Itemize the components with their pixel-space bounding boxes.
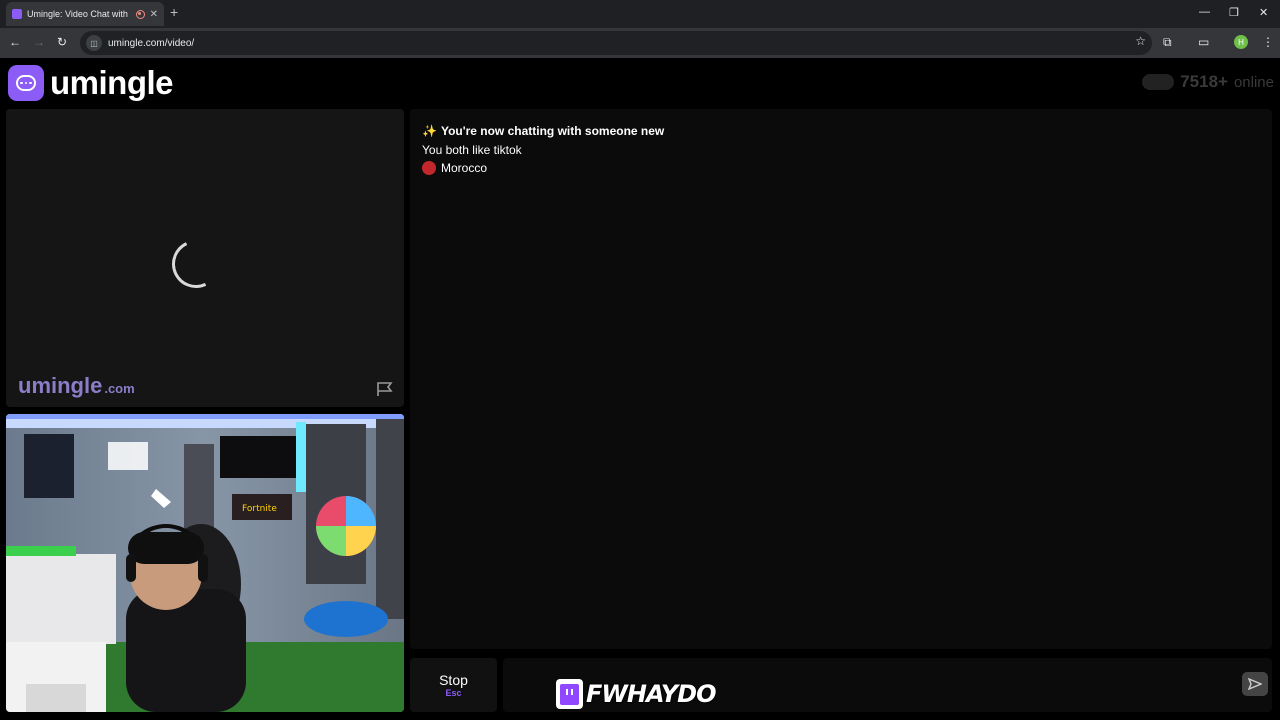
- stop-shortcut: Esc: [445, 688, 462, 698]
- svg-text:Fortnite: Fortnite: [242, 504, 277, 514]
- webcam-feed: Fortnite: [6, 414, 404, 712]
- chat-message-country: Morocco: [422, 161, 487, 175]
- tab-title: Umingle: Video Chat with S: [27, 9, 131, 19]
- address-bar[interactable]: ◫ umingle.com/video/ ☆: [80, 31, 1152, 55]
- video-watermark: umingle .com: [18, 373, 135, 399]
- window-close-button[interactable]: ✕: [1259, 6, 1268, 19]
- site-logo[interactable]: umingle: [8, 64, 174, 102]
- local-video: Fortnite: [6, 414, 404, 712]
- stop-label: Stop: [439, 672, 468, 688]
- online-count: 7518+: [1180, 72, 1228, 91]
- chat-log: ✨ You're now chatting with someone new Yo…: [410, 109, 1272, 649]
- browser-tabbar: Umingle: Video Chat with S ✕ + — ❐ ✕: [0, 0, 1280, 28]
- country-name: Morocco: [441, 161, 488, 175]
- watermark-text: umingle: [18, 373, 103, 398]
- connected-text: You're now chatting with someone new: [440, 124, 665, 138]
- online-label: online: [1233, 73, 1274, 91]
- country-flag-icon: [422, 161, 436, 175]
- sparkle-icon: ✨: [422, 124, 437, 138]
- site-info-icon[interactable]: ◫: [86, 35, 102, 51]
- chat-message-interests: You both like tiktok: [422, 143, 522, 157]
- back-icon[interactable]: ←: [9, 35, 21, 49]
- recording-indicator-icon: [135, 9, 145, 19]
- logo-text: umingle: [50, 64, 174, 101]
- chat-message-connected: ✨ You're now chatting with someone new: [422, 124, 664, 138]
- stream-overlay: FWHAYDO: [556, 678, 722, 710]
- menu-icon[interactable]: ⋮: [1262, 35, 1274, 49]
- minimize-button[interactable]: —: [1199, 6, 1210, 18]
- twitch-icon: [556, 679, 583, 709]
- profile-avatar[interactable]: H: [1234, 35, 1248, 49]
- browser-toolbar: ← → ↻ ◫ umingle.com/video/ ☆ ⧉ ▭ ⋮: [0, 28, 1280, 58]
- page: umingle 7518+ online umingle .com Fortni…: [0, 58, 1280, 720]
- online-toggle[interactable]: [1142, 74, 1175, 90]
- bookmark-star-icon[interactable]: ☆: [1135, 34, 1146, 48]
- tab-close-icon[interactable]: ✕: [150, 9, 158, 20]
- forward-icon[interactable]: →: [33, 35, 45, 49]
- browser-tab[interactable]: Umingle: Video Chat with S ✕: [6, 2, 164, 26]
- spinner-icon: [165, 233, 227, 295]
- cast-icon[interactable]: ▭: [1198, 35, 1209, 49]
- extensions-icon[interactable]: ⧉: [1163, 35, 1172, 50]
- streamer-handle: FWHAYDO: [585, 679, 717, 709]
- flag-report-icon[interactable]: [376, 381, 394, 397]
- restore-button[interactable]: ❐: [1229, 6, 1239, 19]
- new-tab-button[interactable]: +: [170, 4, 178, 20]
- send-button[interactable]: [1242, 672, 1268, 696]
- remote-video: umingle .com: [6, 109, 404, 407]
- watermark-suffix: .com: [104, 381, 135, 396]
- tab-favicon-icon: [12, 9, 22, 19]
- url-text[interactable]: umingle.com/video/: [108, 38, 194, 49]
- online-status: 7518+ online: [1142, 72, 1274, 92]
- send-icon: [1248, 678, 1262, 690]
- umingle-logo-icon: [8, 65, 44, 101]
- reload-icon[interactable]: ↻: [57, 35, 67, 49]
- stop-button[interactable]: Stop Esc: [410, 658, 497, 712]
